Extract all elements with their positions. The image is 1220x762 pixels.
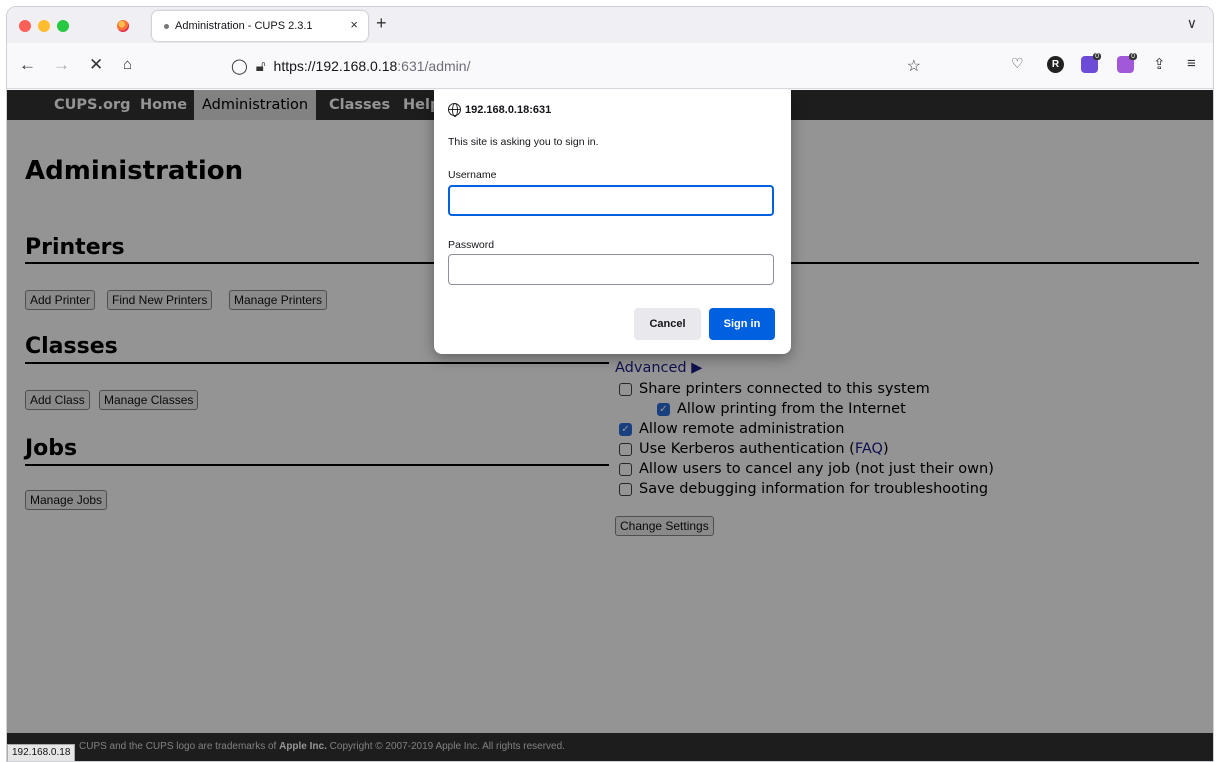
browser-tab-active[interactable]: Administration - CUPS 2.3.1 × — [152, 11, 368, 41]
password-label: Password — [448, 239, 495, 251]
extension-badge-2: 0 — [1129, 53, 1137, 60]
new-tab-button[interactable]: + — [376, 13, 387, 34]
username-field[interactable] — [448, 185, 774, 216]
home-icon[interactable]: ⌂ — [123, 55, 132, 75]
extension-badge: 0 — [1093, 53, 1101, 60]
stop-loading-icon[interactable]: ✕ — [89, 55, 103, 75]
password-field[interactable] — [448, 254, 774, 285]
hamburger-menu-icon[interactable]: ≡ — [1187, 55, 1196, 72]
sign-in-dialog: 192.168.0.18:631 This site is asking you… — [434, 90, 791, 354]
tab-bar: Administration - CUPS 2.3.1 × + ∨ — [7, 7, 1213, 43]
lock-warning-icon[interactable]: 🔓︎ — [256, 58, 266, 75]
extension-puzzle-icon[interactable]: 0 — [1081, 53, 1101, 73]
status-url: 192.168.0.18 — [7, 744, 76, 761]
page-content: CUPS.org Home Administration Classes Hel… — [7, 90, 1213, 761]
cancel-button[interactable]: Cancel — [634, 308, 701, 340]
globe-icon — [448, 103, 461, 117]
dialog-message: This site is asking you to sign in. — [448, 136, 599, 148]
navigation-toolbar: ← → ✕ ⌂ ◯ 🔓︎ https://192.168.0.18 :631/a… — [7, 43, 1213, 89]
back-arrow-icon[interactable]: ← — [19, 55, 36, 75]
sign-in-button[interactable]: Sign in — [709, 308, 775, 340]
loading-dot-icon — [164, 23, 169, 29]
extension-puzzle-2-icon[interactable]: 0 — [1117, 53, 1137, 73]
firefox-view-icon[interactable] — [117, 20, 129, 32]
close-window-button[interactable] — [19, 20, 31, 32]
extension-r-icon[interactable]: R — [1047, 56, 1064, 73]
maximize-window-button[interactable] — [57, 20, 69, 32]
url-path: :631/admin/ — [397, 58, 471, 74]
extension-r-label: R — [1051, 59, 1060, 70]
minimize-window-button[interactable] — [38, 20, 50, 32]
url-bar[interactable]: ◯ 🔓︎ https://192.168.0.18 :631/admin/ ☆ — [219, 51, 931, 81]
tab-close-icon[interactable]: × — [350, 17, 358, 32]
shield-icon[interactable]: ◯ — [231, 57, 248, 75]
list-all-tabs-button[interactable]: ∨ — [1187, 15, 1197, 32]
url-host: https://192.168.0.18 — [273, 58, 398, 74]
browser-window: Administration - CUPS 2.3.1 × + ∨ ← → ✕ … — [6, 6, 1214, 762]
dialog-host-text: 192.168.0.18:631 — [465, 103, 552, 116]
share-icon[interactable]: ⇪ — [1153, 55, 1166, 73]
pocket-icon[interactable]: ♡ — [1011, 55, 1024, 72]
tab-title: Administration - CUPS 2.3.1 — [175, 20, 313, 32]
dialog-host: 192.168.0.18:631 — [448, 103, 552, 117]
forward-arrow-icon[interactable]: → — [53, 55, 70, 75]
username-label: Username — [448, 169, 497, 181]
bookmark-star-icon[interactable]: ☆ — [907, 56, 921, 76]
